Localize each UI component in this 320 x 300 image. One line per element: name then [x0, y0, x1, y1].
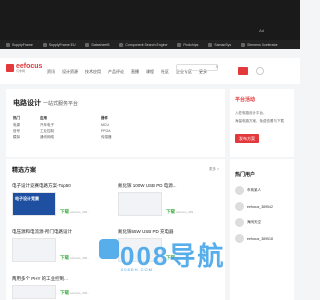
hero-banner: 电路设计 一站式服务平台 热门 电源 信号 模拟 应用 汽车电子 工业控制 通讯…: [6, 89, 225, 157]
category-item[interactable]: FPGA: [101, 129, 111, 133]
watermark-logo-icon: [99, 239, 119, 259]
nav-item[interactable]: 技术应用: [85, 69, 101, 75]
partner-icon: [241, 42, 246, 47]
thumbnail-caption: 电子设计竞赛: [15, 196, 39, 201]
user-name: 海阔天空: [247, 220, 261, 224]
activity-panel: 平台活动 入驻电路设计平台， 海量电路方案，免费查看与下载 发布方案: [230, 89, 294, 157]
category-item[interactable]: 电源: [13, 123, 20, 128]
site-logo[interactable]: eefocus 与非网: [6, 63, 42, 73]
nav-item[interactable]: 社区: [161, 69, 169, 75]
card-title[interactable]: 氮化镓65W USB PD 充电器: [118, 229, 174, 235]
panel-title: 热门用户: [235, 172, 256, 178]
category-head: 热门: [13, 116, 20, 120]
category-item[interactable]: 通讯网络: [40, 135, 54, 140]
partner-link[interactable]: Datasheet5: [85, 42, 109, 47]
panel-text: 海量电路方案，免费查看与下载: [235, 119, 284, 123]
user-icon[interactable]: [256, 67, 264, 75]
category-item[interactable]: 信号: [13, 129, 20, 134]
search-icon[interactable]: ⌕: [214, 64, 220, 71]
nav-item[interactable]: 课程: [146, 69, 154, 75]
partner-icon: [119, 42, 124, 47]
category-item[interactable]: 工业控制: [40, 129, 54, 134]
partner-icon: [208, 42, 213, 47]
search-input[interactable]: [176, 64, 218, 71]
partner-link[interactable]: SamacSys: [208, 42, 231, 47]
panel-title: 平台活动: [235, 97, 256, 103]
user-item[interactable]: eefocus_389518: [235, 234, 273, 243]
avatar: [235, 186, 244, 195]
nav-item[interactable]: 设计资源: [62, 69, 78, 75]
user-item[interactable]: eefocus_389542: [235, 202, 273, 211]
publish-button[interactable]: 发布方案: [235, 134, 259, 143]
category-item[interactable]: MCU: [101, 123, 109, 127]
card-meta: eefocus_369...: [176, 210, 196, 214]
partner-icon: [85, 42, 90, 47]
nav-item[interactable]: 资讯: [47, 69, 55, 75]
card-meta: eefocus_369...: [70, 291, 90, 295]
category-item[interactable]: 传感器: [101, 135, 112, 140]
watermark-tagline: 008DH.COM: [121, 267, 153, 272]
download-button[interactable]: 下载: [166, 209, 175, 215]
top-ad-bar: Ad: [0, 0, 300, 40]
logo-icon: [6, 64, 14, 72]
partner-icon: [177, 42, 182, 47]
card-thumbnail[interactable]: [118, 192, 162, 216]
banner-title: 电路设计 一站式服务平台: [13, 100, 78, 107]
download-button[interactable]: 下载: [60, 290, 69, 296]
partner-link[interactable]: Findchips: [177, 42, 198, 47]
partner-link[interactable]: Component Search Engine: [119, 42, 167, 47]
ad-label: Ad: [259, 28, 264, 33]
category-item[interactable]: 汽车电子: [40, 123, 54, 128]
hot-users-panel: 热门用户 币商某人 eefocus_389542 海阔天空 eefocus_38…: [230, 159, 294, 300]
avatar: [235, 202, 244, 211]
avatar: [235, 218, 244, 227]
category-head: 器件: [101, 116, 108, 120]
card-thumbnail[interactable]: 电子设计竞赛: [12, 192, 56, 216]
card-thumbnail[interactable]: [12, 285, 56, 299]
download-button[interactable]: 下载: [60, 209, 69, 215]
card-meta: eefocus_369...: [70, 256, 90, 260]
card-title[interactable]: 电压源和电流源-所门电路设计: [12, 229, 72, 235]
banner-subtitle: 一站式服务平台: [42, 101, 78, 107]
card-title[interactable]: 氮化镓 100W USB PD 电源...: [118, 183, 177, 189]
featured-section: 精选方案 更多 > 电子设计竞赛电路方案-Top50 电子设计竞赛 下载 eef…: [6, 159, 225, 300]
card-thumbnail[interactable]: [12, 238, 56, 262]
partner-icon: [6, 42, 10, 47]
category-head: 应用: [40, 116, 47, 120]
user-name: eefocus_389542: [247, 204, 273, 209]
partner-link[interactable]: SupplyFrame EU: [42, 42, 75, 47]
user-item[interactable]: 币商某人: [235, 186, 261, 195]
nav-item[interactable]: 直播: [131, 69, 139, 75]
user-name: eefocus_389518: [247, 236, 273, 241]
card-title[interactable]: 电子设计竞赛电路方案-Top50: [12, 183, 71, 189]
partner-icon: [42, 42, 47, 47]
partner-link[interactable]: Siemens Xcelerator: [241, 42, 278, 47]
user-item[interactable]: 海阔天空: [235, 218, 261, 227]
nav-item[interactable]: 产品评论: [108, 69, 124, 75]
card-meta: eefocus_369...: [70, 210, 90, 214]
avatar: [235, 234, 244, 243]
download-button[interactable]: 下载: [60, 255, 69, 261]
user-name: 币商某人: [247, 188, 261, 192]
partner-bar: SupplyFrame SupplyFrame EU Datasheet5 Co…: [0, 40, 300, 49]
section-title: 精选方案: [12, 168, 37, 174]
card-title[interactable]: 两用多个 PHY 的工业控制...: [12, 276, 68, 282]
category-item[interactable]: 模拟: [13, 135, 20, 140]
more-link[interactable]: 更多 >: [209, 167, 219, 172]
logo-subtitle: 与非网: [16, 69, 26, 73]
panel-text: 入驻电路设计平台，: [235, 111, 267, 115]
header-action-button[interactable]: [238, 67, 248, 75]
partner-link[interactable]: SupplyFrame: [6, 42, 33, 47]
